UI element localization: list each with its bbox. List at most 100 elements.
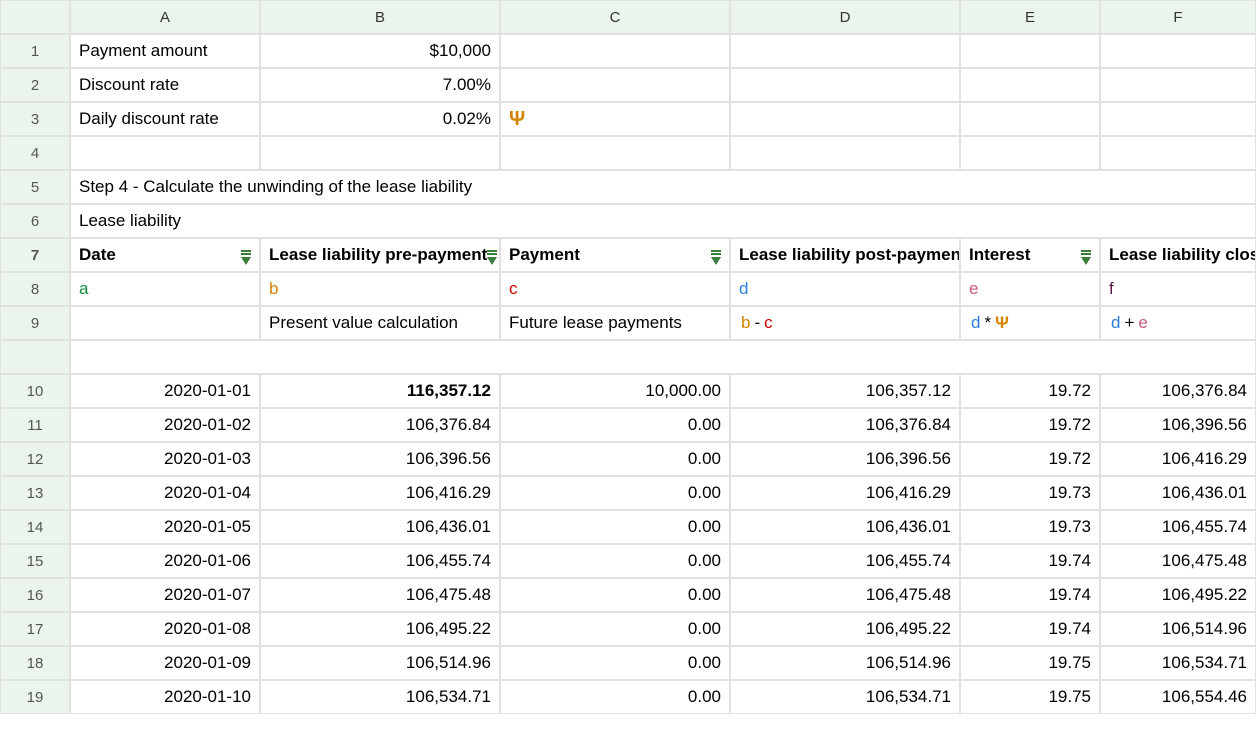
row-header-17[interactable]: 17 <box>0 612 70 646</box>
spreadsheet[interactable]: A B C D E F 1 Payment amount $10,000 2 D… <box>0 0 1256 714</box>
cell-post[interactable]: 106,455.74 <box>730 544 960 578</box>
code-d[interactable]: d <box>730 272 960 306</box>
cell-C1[interactable] <box>500 34 730 68</box>
code-f[interactable]: f <box>1100 272 1256 306</box>
header-pre[interactable]: Lease liability pre-payment <box>260 238 500 272</box>
cell-interest[interactable]: 19.75 <box>960 680 1100 714</box>
cell-payment[interactable]: 0.00 <box>500 578 730 612</box>
row-header-14[interactable]: 14 <box>0 510 70 544</box>
cell-D1[interactable] <box>730 34 960 68</box>
cell-E1[interactable] <box>960 34 1100 68</box>
header-interest[interactable]: Interest <box>960 238 1100 272</box>
cell-F1[interactable] <box>1100 34 1256 68</box>
cell-A4[interactable] <box>70 136 260 170</box>
legend-d[interactable]: b - c <box>730 306 960 340</box>
cell-D2[interactable] <box>730 68 960 102</box>
row-header-11[interactable]: 11 <box>0 408 70 442</box>
legend-f[interactable]: d + e <box>1100 306 1256 340</box>
cell-B2[interactable]: 7.00% <box>260 68 500 102</box>
cell-payment[interactable]: 0.00 <box>500 510 730 544</box>
filter-icon[interactable] <box>711 257 721 265</box>
row-header-10[interactable]: 10 <box>0 374 70 408</box>
cell-E4[interactable] <box>960 136 1100 170</box>
cell-interest[interactable]: 19.72 <box>960 374 1100 408</box>
legend-b[interactable]: Present value calculation <box>260 306 500 340</box>
cell-date[interactable]: 2020-01-09 <box>70 646 260 680</box>
cell-closing[interactable]: 106,475.48 <box>1100 544 1256 578</box>
row-header-12[interactable]: 12 <box>0 442 70 476</box>
legend-c[interactable]: Future lease payments <box>500 306 730 340</box>
col-header-D[interactable]: D <box>730 0 960 34</box>
row-header-18[interactable]: 18 <box>0 646 70 680</box>
cell-closing[interactable]: 106,416.29 <box>1100 442 1256 476</box>
cell-closing[interactable]: 106,396.56 <box>1100 408 1256 442</box>
filter-icon[interactable] <box>241 257 251 265</box>
cell-date[interactable]: 2020-01-02 <box>70 408 260 442</box>
header-closing[interactable]: Lease liability closing <box>1100 238 1256 272</box>
cell-payment[interactable]: 0.00 <box>500 476 730 510</box>
col-header-B[interactable]: B <box>260 0 500 34</box>
row-header-9[interactable]: 9 <box>0 306 70 340</box>
cell-B1[interactable]: $10,000 <box>260 34 500 68</box>
cell-D4[interactable] <box>730 136 960 170</box>
cell-post[interactable]: 106,475.48 <box>730 578 960 612</box>
cell-A3[interactable]: Daily discount rate <box>70 102 260 136</box>
cell-interest[interactable]: 19.74 <box>960 612 1100 646</box>
cell-B3[interactable]: 0.02% <box>260 102 500 136</box>
cell-A2[interactable]: Discount rate <box>70 68 260 102</box>
code-c[interactable]: c <box>500 272 730 306</box>
row-header-5[interactable]: 5 <box>0 170 70 204</box>
code-b[interactable]: b <box>260 272 500 306</box>
cell-date[interactable]: 2020-01-05 <box>70 510 260 544</box>
cell-closing[interactable]: 106,436.01 <box>1100 476 1256 510</box>
cell-C2[interactable] <box>500 68 730 102</box>
cell-post[interactable]: 106,534.71 <box>730 680 960 714</box>
cell-E3[interactable] <box>960 102 1100 136</box>
col-header-F[interactable]: F <box>1100 0 1256 34</box>
row-header-13[interactable]: 13 <box>0 476 70 510</box>
cell-post[interactable]: 106,376.84 <box>730 408 960 442</box>
cell-payment[interactable]: 0.00 <box>500 408 730 442</box>
code-a[interactable]: a <box>70 272 260 306</box>
row-header-3[interactable]: 3 <box>0 102 70 136</box>
col-header-E[interactable]: E <box>960 0 1100 34</box>
cell-payment[interactable]: 0.00 <box>500 646 730 680</box>
row-header-15[interactable]: 15 <box>0 544 70 578</box>
cell-pre[interactable]: 106,455.74 <box>260 544 500 578</box>
cell-closing[interactable]: 106,514.96 <box>1100 612 1256 646</box>
row-header-16[interactable]: 16 <box>0 578 70 612</box>
row-header-6[interactable]: 6 <box>0 204 70 238</box>
cell-interest[interactable]: 19.72 <box>960 408 1100 442</box>
cell-interest[interactable]: 19.75 <box>960 646 1100 680</box>
cell-closing[interactable]: 106,554.46 <box>1100 680 1256 714</box>
cell-post[interactable]: 106,396.56 <box>730 442 960 476</box>
row-header-4[interactable]: 4 <box>0 136 70 170</box>
cell-interest[interactable]: 19.72 <box>960 442 1100 476</box>
cell-D3[interactable] <box>730 102 960 136</box>
header-payment[interactable]: Payment <box>500 238 730 272</box>
lease-liability-banner[interactable]: Lease liability <box>70 204 1256 238</box>
cell-pre[interactable]: 106,436.01 <box>260 510 500 544</box>
cell-payment[interactable]: 0.00 <box>500 680 730 714</box>
code-e[interactable]: e <box>960 272 1100 306</box>
cell-closing[interactable]: 106,495.22 <box>1100 578 1256 612</box>
cell-payment[interactable]: 0.00 <box>500 544 730 578</box>
legend-e[interactable]: d * Ψ <box>960 306 1100 340</box>
cell-pre[interactable]: 116,357.12 <box>260 374 500 408</box>
cell-date[interactable]: 2020-01-06 <box>70 544 260 578</box>
cell-pre[interactable]: 106,495.22 <box>260 612 500 646</box>
cell-date[interactable]: 2020-01-07 <box>70 578 260 612</box>
cell-date[interactable]: 2020-01-08 <box>70 612 260 646</box>
cell-date[interactable]: 2020-01-10 <box>70 680 260 714</box>
row-header-19[interactable]: 19 <box>0 680 70 714</box>
cell-interest[interactable]: 19.73 <box>960 476 1100 510</box>
row-header-8[interactable]: 8 <box>0 272 70 306</box>
cell-post[interactable]: 106,416.29 <box>730 476 960 510</box>
cell-F3[interactable] <box>1100 102 1256 136</box>
cell-post[interactable]: 106,357.12 <box>730 374 960 408</box>
cell-pre[interactable]: 106,534.71 <box>260 680 500 714</box>
row-header-1[interactable]: 1 <box>0 34 70 68</box>
legend-a[interactable] <box>70 306 260 340</box>
col-header-C[interactable]: C <box>500 0 730 34</box>
cell-A1[interactable]: Payment amount <box>70 34 260 68</box>
